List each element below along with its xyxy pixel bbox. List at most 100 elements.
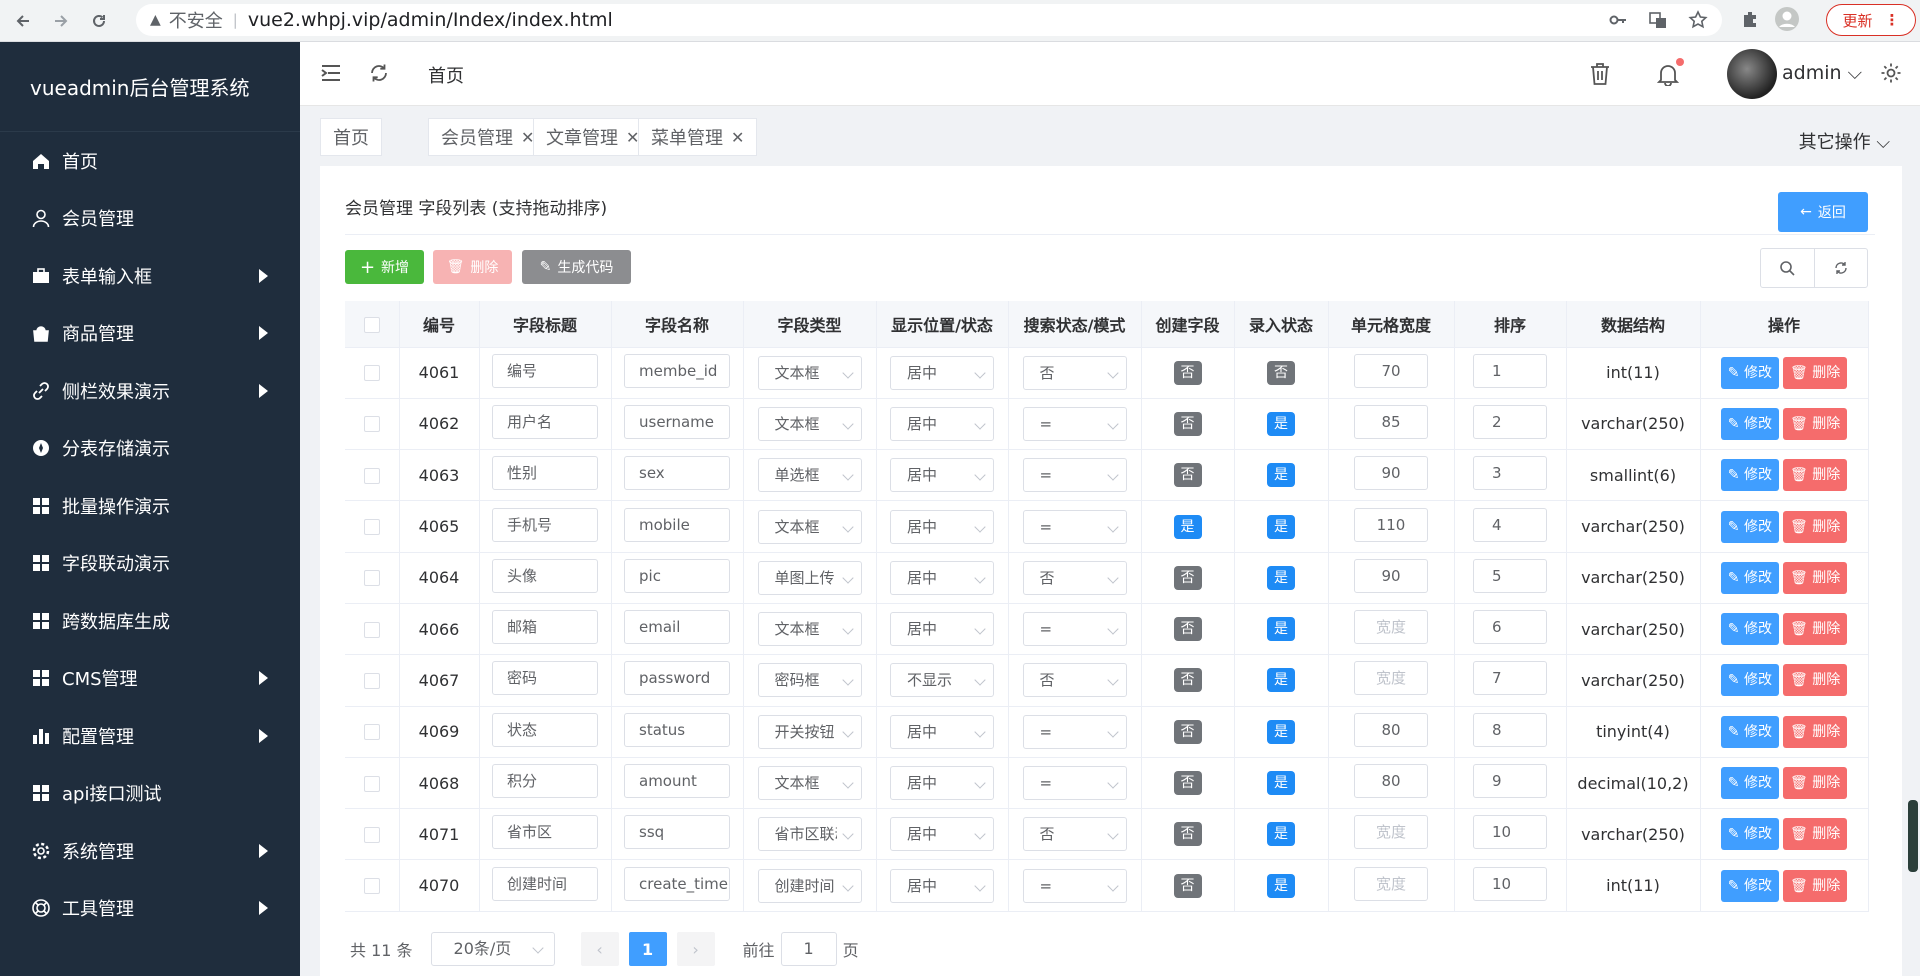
align-select[interactable]: 居中 — [890, 612, 994, 647]
align-select[interactable]: 居中 — [890, 714, 994, 749]
delete-button[interactable]: 🗑 删除 — [1782, 715, 1848, 748]
delete-button[interactable]: 🗑 删除 — [1782, 561, 1848, 594]
edit-button[interactable]: ✎ 修改 — [1720, 869, 1779, 902]
delete-button[interactable]: 🗑 删除 — [1782, 356, 1848, 389]
refresh-icon[interactable] — [368, 62, 390, 84]
edit-button[interactable]: ✎ 修改 — [1720, 715, 1779, 748]
status-tag[interactable]: 否 — [1173, 873, 1202, 898]
edit-button[interactable]: ✎ 修改 — [1720, 510, 1779, 543]
status-tag[interactable]: 否 — [1173, 617, 1202, 642]
table-row[interactable]: 4070 创建时间 create_time 创建时间 居中 = 否 是 宽度 10 int(11) ✎… — [345, 859, 1869, 912]
type-select[interactable]: 创建时间 — [757, 868, 862, 903]
status-tag[interactable]: 否 — [1173, 360, 1202, 385]
tab[interactable]: 首页 — [320, 118, 382, 156]
collapse-menu-icon[interactable] — [320, 62, 342, 84]
search-select[interactable]: = — [1022, 612, 1127, 647]
name-input[interactable]: password — [624, 661, 730, 696]
settings-gear-icon[interactable] — [1880, 62, 1902, 84]
status-tag[interactable]: 是 — [1267, 771, 1295, 796]
search-select[interactable]: 否 — [1022, 560, 1127, 595]
delete-button[interactable]: 🗑 删除 — [1782, 818, 1848, 851]
row-checkbox[interactable] — [363, 878, 380, 895]
type-select[interactable]: 开关按钮 — [757, 714, 862, 749]
sidebar-item[interactable]: 商品管理 — [0, 305, 300, 363]
table-row[interactable]: 4062 用户名 username 文本框 居中 = 否 是 85 2 varchar(250) ✎ … — [345, 398, 1869, 451]
back-button[interactable]: ← 返回 — [1778, 192, 1868, 232]
sidebar-item[interactable]: api接口测试 — [0, 765, 300, 823]
sidebar-item[interactable]: 会员管理 — [0, 190, 300, 248]
avatar[interactable] — [1727, 49, 1777, 99]
search-select[interactable]: 否 — [1022, 355, 1127, 390]
delete-button[interactable]: 🗑 删除 — [1782, 510, 1848, 543]
type-select[interactable]: 单图上传 — [757, 560, 862, 595]
title-input[interactable]: 省市区 — [492, 815, 598, 850]
width-input[interactable]: 80 — [1354, 764, 1428, 799]
prev-page-button[interactable]: ‹ — [580, 932, 619, 966]
align-select[interactable]: 居中 — [890, 509, 994, 544]
goto-page-input[interactable]: 1 — [780, 932, 837, 966]
sidebar-item[interactable]: 分表存储演示 — [0, 420, 300, 478]
search-select[interactable]: = — [1022, 406, 1127, 441]
align-select[interactable]: 居中 — [890, 458, 994, 493]
star-icon[interactable] — [1688, 10, 1708, 30]
sidebar-item[interactable]: 批量操作演示 — [0, 477, 300, 535]
delete-button[interactable]: 🗑 删除 — [1782, 664, 1848, 697]
edit-button[interactable]: ✎ 修改 — [1720, 459, 1779, 492]
row-checkbox[interactable] — [363, 365, 380, 382]
close-icon[interactable]: ✕ — [731, 128, 744, 147]
delete-button[interactable]: 🗑 删除 — [1782, 407, 1848, 440]
tab[interactable]: 会员管理 ✕ — [428, 118, 548, 156]
table-row[interactable]: 4068 积分 amount 文本框 居中 = 否 是 80 9 decimal(10,2) ✎ 修改… — [345, 757, 1869, 810]
status-tag[interactable]: 是 — [1267, 668, 1295, 693]
sort-input[interactable]: 9 — [1473, 764, 1547, 799]
width-input[interactable]: 110 — [1354, 507, 1428, 542]
row-checkbox[interactable] — [363, 826, 380, 843]
edit-button[interactable]: ✎ 修改 — [1720, 407, 1779, 440]
title-input[interactable]: 积分 — [492, 764, 598, 799]
search-icon[interactable] — [1761, 249, 1814, 287]
name-input[interactable]: sex — [624, 456, 730, 491]
page-size-select[interactable]: 20条/页 — [430, 932, 555, 966]
width-input[interactable]: 80 — [1354, 712, 1428, 747]
type-select[interactable]: 省市区联动 — [757, 817, 862, 852]
status-tag[interactable]: 否 — [1173, 668, 1202, 693]
row-checkbox[interactable] — [363, 724, 380, 741]
title-input[interactable]: 头像 — [492, 558, 598, 593]
generate-code-button[interactable]: ✎ 生成代码 — [522, 250, 631, 284]
search-select[interactable]: 否 — [1022, 817, 1127, 852]
align-select[interactable]: 居中 — [890, 355, 994, 390]
status-tag[interactable]: 否 — [1173, 565, 1202, 590]
table-row[interactable]: 4063 性别 sex 单选框 居中 = 否是 90 3 smallint(6) ✎ 修改 🗑 删除 — [345, 449, 1869, 502]
sort-input[interactable]: 3 — [1473, 456, 1547, 491]
back-arrow-icon[interactable] — [8, 6, 38, 36]
select-all-checkbox[interactable] — [363, 316, 380, 333]
sort-input[interactable]: 1 — [1473, 353, 1547, 388]
sort-input[interactable]: 10 — [1473, 866, 1547, 901]
add-button[interactable]: + 新增 — [345, 250, 424, 284]
width-input[interactable]: 宽度 — [1354, 815, 1428, 850]
edit-button[interactable]: ✎ 修改 — [1720, 356, 1779, 389]
sidebar-item[interactable]: 配置管理 — [0, 707, 300, 765]
row-checkbox[interactable] — [363, 570, 380, 587]
status-tag[interactable]: 是 — [1267, 565, 1295, 590]
width-input[interactable]: 90 — [1354, 456, 1428, 491]
title-input[interactable]: 手机号 — [492, 507, 598, 542]
title-input[interactable]: 编号 — [492, 353, 598, 388]
edit-button[interactable]: ✎ 修改 — [1720, 613, 1779, 646]
breadcrumb[interactable]: 首页 — [428, 62, 464, 88]
search-select[interactable]: = — [1022, 509, 1127, 544]
profile-icon[interactable] — [1774, 6, 1800, 32]
tab[interactable]: 文章管理 ✕ — [533, 118, 653, 156]
title-input[interactable]: 创建时间 — [492, 866, 598, 901]
status-tag[interactable]: 是 — [1173, 514, 1202, 539]
width-input[interactable]: 90 — [1354, 558, 1428, 593]
delete-button[interactable]: 🗑 删除 — [1782, 767, 1848, 800]
type-select[interactable]: 密码框 — [757, 663, 862, 698]
sort-input[interactable]: 5 — [1473, 558, 1547, 593]
search-select[interactable]: = — [1022, 714, 1127, 749]
name-input[interactable]: status — [624, 712, 730, 747]
name-input[interactable]: membe_id — [624, 353, 730, 388]
name-input[interactable]: mobile — [624, 507, 730, 542]
edit-button[interactable]: ✎ 修改 — [1720, 664, 1779, 697]
status-tag[interactable]: 否 — [1173, 771, 1202, 796]
